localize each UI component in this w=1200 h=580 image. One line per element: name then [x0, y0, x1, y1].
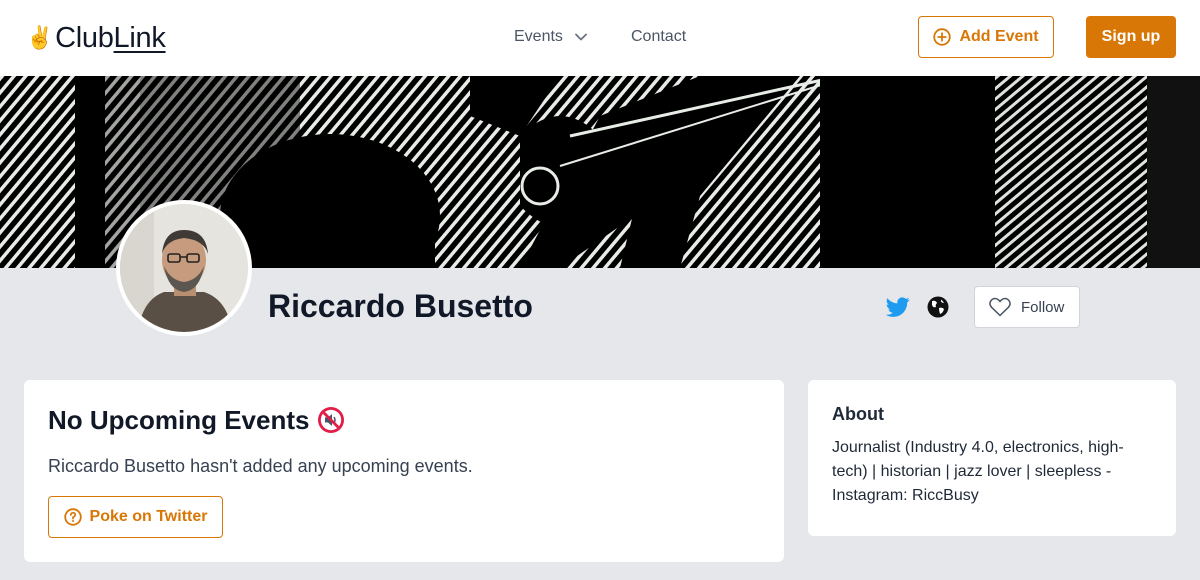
logo-text-club: Club: [55, 21, 114, 54]
profile-avatar: [116, 200, 252, 336]
events-title-text: No Upcoming Events: [48, 405, 310, 435]
navbar: ✌ Club Link Events Contact Add Event Sign…: [0, 0, 1200, 76]
nav-events-dropdown[interactable]: Events: [514, 26, 587, 48]
logo-text-link: Link: [113, 21, 166, 54]
no-events-message: Riccardo Busetto hasn't added any upcomi…: [48, 456, 473, 476]
about-heading: About: [832, 404, 884, 424]
avatar-photo: [120, 204, 248, 332]
poke-on-twitter-button[interactable]: Poke on Twitter: [48, 496, 223, 538]
upcoming-events-card: No Upcoming Events Riccardo Busetto hasn…: [24, 380, 784, 562]
peace-hand-icon: ✌: [26, 25, 54, 50]
heart-icon: [989, 297, 1011, 317]
follow-button[interactable]: Follow: [974, 286, 1080, 328]
muted-speaker-icon: [318, 407, 345, 433]
add-event-button[interactable]: Add Event: [918, 16, 1054, 58]
globe-icon: [927, 296, 949, 318]
poke-label: Poke on Twitter: [89, 508, 208, 525]
about-bio: Journalist (Industry 4.0, electronics, h…: [832, 439, 1124, 504]
events-heading: No Upcoming Events: [48, 402, 345, 438]
question-circle-icon: [63, 508, 82, 526]
twitter-bird-icon: [885, 297, 910, 317]
plus-circle-icon: [933, 28, 952, 46]
profile-name: Riccardo Busetto: [268, 288, 533, 324]
signup-button[interactable]: Sign up: [1086, 16, 1176, 58]
logo[interactable]: ✌ Club Link: [26, 20, 166, 56]
twitter-link[interactable]: [885, 295, 910, 319]
website-link[interactable]: [927, 296, 949, 318]
nav-events-label: Events: [514, 28, 563, 45]
about-card: About Journalist (Industry 4.0, electron…: [808, 380, 1176, 536]
nav-contact-link[interactable]: Contact: [631, 26, 686, 48]
follow-label: Follow: [1021, 298, 1065, 316]
add-event-label: Add Event: [959, 28, 1039, 45]
chevron-down-icon: [575, 33, 587, 41]
